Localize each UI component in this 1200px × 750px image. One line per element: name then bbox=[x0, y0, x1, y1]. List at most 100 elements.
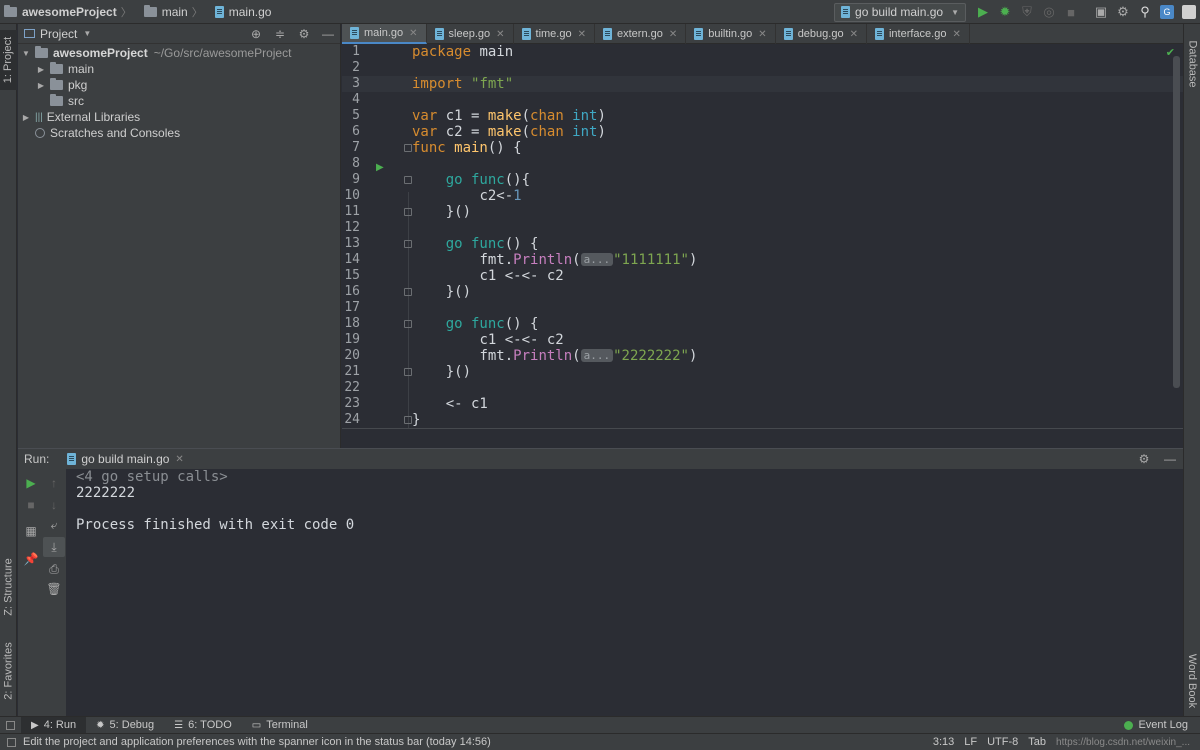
bottom-tool-tabs: ▶ 4: Run ✹ 5: Debug ☰ 6: TODO ▭ Terminal Eve… bbox=[0, 716, 1200, 734]
layout-icon[interactable]: ▦ bbox=[20, 521, 42, 541]
stop-button[interactable]: ■ bbox=[20, 495, 42, 515]
tree-item-src[interactable]: src bbox=[18, 93, 340, 109]
tree-item-external-libraries[interactable]: ▶ ||| External Libraries bbox=[18, 109, 340, 125]
rerun-button[interactable]: ▶ bbox=[20, 473, 42, 493]
close-icon[interactable]: ✕ bbox=[175, 454, 183, 465]
chevron-down-icon[interactable]: ▼ bbox=[20, 49, 32, 58]
wordbook-tool-tab[interactable]: Word Book bbox=[1184, 646, 1200, 716]
collapse-icon[interactable]: ≑ bbox=[268, 27, 292, 41]
run-button[interactable]: ▶ bbox=[972, 0, 994, 24]
file-encoding[interactable]: UTF-8 bbox=[987, 736, 1018, 748]
code-area[interactable]: ▶ 1 package main 2 3 import "fmt" 4 5 var c… bbox=[342, 44, 1183, 448]
coverage-button[interactable]: ⛨ bbox=[1016, 0, 1038, 24]
fold-marker-icon[interactable] bbox=[404, 208, 412, 216]
database-tool-tab[interactable]: Database bbox=[1184, 34, 1200, 94]
tab-todo[interactable]: ☰ 6: TODO bbox=[164, 717, 242, 734]
close-icon[interactable]: ✕ bbox=[850, 29, 858, 40]
parameter-hint: a... bbox=[580, 253, 614, 266]
project-structure-button[interactable]: ▣ bbox=[1090, 0, 1112, 24]
favorites-tool-tab[interactable]: 2: Favorites bbox=[0, 636, 17, 706]
up-arrow-icon[interactable]: ↑ bbox=[43, 473, 65, 493]
indent-setting[interactable]: Tab bbox=[1028, 736, 1046, 748]
project-view-select[interactable]: Project bbox=[40, 27, 77, 41]
run-configuration-select[interactable]: go build main.go ▼ bbox=[834, 2, 966, 22]
gear-icon[interactable]: ⚙ bbox=[292, 27, 316, 41]
fold-marker-icon[interactable] bbox=[404, 368, 412, 376]
tab-terminal[interactable]: ▭ Terminal bbox=[242, 717, 318, 734]
tool-windows-icon[interactable] bbox=[7, 737, 16, 747]
bug-icon: ✹ bbox=[96, 719, 105, 731]
project-tool-tab[interactable]: 1: Project bbox=[0, 30, 17, 90]
tab-sleep-go[interactable]: sleep.go ✕ bbox=[427, 24, 514, 44]
close-icon[interactable]: ✕ bbox=[496, 29, 504, 40]
go-file-icon bbox=[67, 453, 77, 465]
profile-button[interactable]: ◎ bbox=[1038, 0, 1060, 24]
tab-extern-go[interactable]: extern.go ✕ bbox=[595, 24, 687, 44]
hide-icon[interactable]: — bbox=[1157, 452, 1183, 466]
code-line: 15 c1 <-<- c2 bbox=[344, 268, 564, 284]
tab-run[interactable]: ▶ 4: Run bbox=[21, 716, 87, 734]
chevron-right-icon[interactable]: ▶ bbox=[20, 113, 32, 122]
translate-icon[interactable]: G bbox=[1156, 0, 1178, 24]
caret-position[interactable]: 3:13 bbox=[933, 736, 954, 748]
line-separator[interactable]: LF bbox=[964, 736, 977, 748]
fold-marker-icon[interactable] bbox=[404, 240, 412, 248]
chevron-right-icon[interactable]: ▶ bbox=[35, 65, 47, 74]
trash-icon[interactable]: 🗑 bbox=[43, 579, 65, 599]
tab-debug[interactable]: ✹ 5: Debug bbox=[86, 717, 164, 734]
close-icon[interactable]: ✕ bbox=[578, 29, 586, 40]
tree-item-pkg[interactable]: ▶ pkg bbox=[18, 77, 340, 93]
breadcrumb-file[interactable]: main.go bbox=[211, 0, 276, 24]
status-message[interactable]: Edit the project and application prefere… bbox=[23, 736, 491, 748]
fold-marker-icon[interactable] bbox=[404, 288, 412, 296]
run-tab-go-build[interactable]: go build main.go ✕ bbox=[67, 452, 184, 466]
tab-interface-go[interactable]: interface.go ✕ bbox=[867, 24, 970, 44]
search-icon[interactable]: ⚲ bbox=[1134, 0, 1156, 24]
hide-icon[interactable]: — bbox=[316, 27, 340, 41]
down-arrow-icon[interactable]: ↓ bbox=[43, 495, 65, 515]
fold-marker-icon[interactable] bbox=[404, 176, 412, 184]
fold-marker-icon[interactable] bbox=[404, 320, 412, 328]
stop-button[interactable]: ■ bbox=[1060, 0, 1082, 24]
scroll-to-end-icon[interactable]: ⤓ bbox=[43, 537, 65, 557]
chevron-down-icon[interactable]: ▼ bbox=[83, 29, 91, 38]
tree-item-root[interactable]: ▼ awesomeProject ~/Go/src/awesomeProject bbox=[18, 45, 340, 61]
structure-tool-tab[interactable]: Z: Structure bbox=[0, 552, 17, 622]
close-icon[interactable]: ✕ bbox=[669, 29, 677, 40]
event-log-button[interactable]: Event Log bbox=[1124, 719, 1200, 731]
project-panel-header: Project ▼ ⊕ ≑ ⚙ — bbox=[18, 24, 340, 44]
pin-icon[interactable]: 📌 bbox=[20, 549, 42, 569]
square-icon[interactable] bbox=[0, 717, 21, 734]
code-editor: main.go ✕ sleep.go ✕ time.go ✕ extern.go ✕ b… bbox=[342, 24, 1183, 448]
console-output[interactable]: <4 go setup calls> 2222222 Process finis… bbox=[76, 469, 354, 533]
chevron-right-icon[interactable]: ▶ bbox=[35, 81, 47, 90]
debug-button[interactable]: ✹ bbox=[994, 0, 1016, 24]
tree-item-scratches[interactable]: Scratches and Consoles bbox=[18, 125, 340, 141]
breadcrumb-project[interactable]: awesomeProject 〉 bbox=[0, 0, 140, 24]
soft-wrap-icon[interactable]: ⤶ bbox=[43, 515, 65, 535]
settings-button[interactable]: ⚙ bbox=[1112, 0, 1134, 24]
fold-marker-icon[interactable] bbox=[404, 416, 412, 424]
console-line-folded[interactable]: <4 go setup calls> bbox=[76, 469, 354, 485]
breadcrumb-main[interactable]: main 〉 bbox=[140, 0, 211, 24]
print-icon[interactable]: ⎙ bbox=[43, 559, 65, 579]
tab-main-go[interactable]: main.go ✕ bbox=[342, 24, 427, 44]
tree-item-main[interactable]: ▶ main bbox=[18, 61, 340, 77]
close-icon[interactable]: ✕ bbox=[758, 29, 766, 40]
fold-marker-icon[interactable] bbox=[404, 144, 412, 152]
close-icon[interactable]: ✕ bbox=[409, 28, 417, 39]
locate-icon[interactable]: ⊕ bbox=[244, 27, 268, 41]
tab-builtin-go[interactable]: builtin.go ✕ bbox=[686, 24, 776, 44]
tab-time-go[interactable]: time.go ✕ bbox=[514, 24, 595, 44]
editor-scrollbar[interactable] bbox=[1173, 56, 1180, 388]
watermark: https://blog.csdn.net/weixin_... bbox=[1056, 736, 1190, 748]
tab-debug-go[interactable]: debug.go ✕ bbox=[776, 24, 867, 44]
project-tree: ▼ awesomeProject ~/Go/src/awesomeProject… bbox=[18, 44, 340, 141]
ide-window: awesomeProject 〉 main 〉 main.go go build… bbox=[0, 0, 1200, 750]
plugin-icon[interactable] bbox=[1178, 0, 1200, 24]
parameter-hint: a... bbox=[580, 349, 614, 362]
gear-icon[interactable]: ⚙ bbox=[1131, 452, 1157, 466]
close-icon[interactable]: ✕ bbox=[952, 29, 960, 40]
run-toolbar: ▶ ↑ ■ ↓ ⤶ ▦ ⤓ 📌 ⎙ 🗑 bbox=[18, 469, 66, 717]
